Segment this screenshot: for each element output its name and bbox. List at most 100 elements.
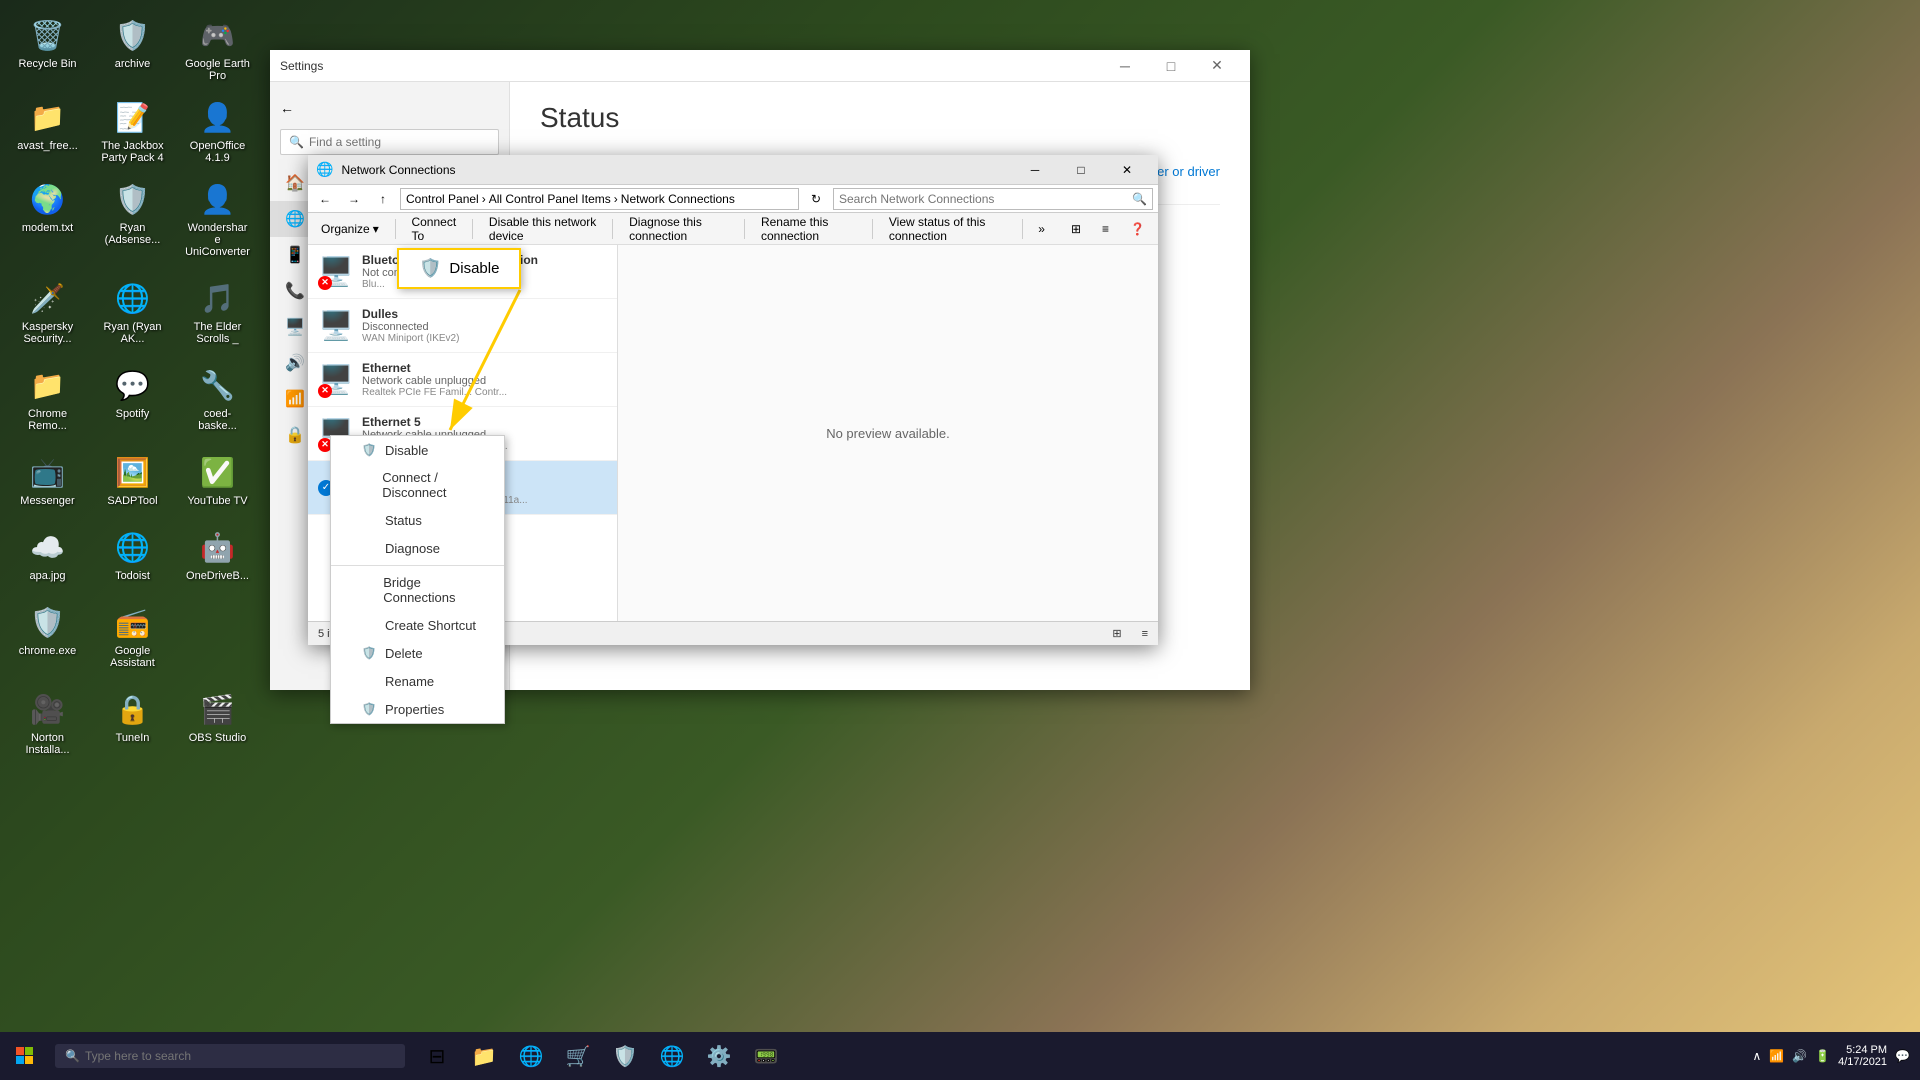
ryan-adsense-icon: 👤 [198,97,238,137]
organize-button[interactable]: Organize ▾ [313,219,387,239]
breadcrumb[interactable]: Control Panel › All Control Panel Items … [400,188,799,210]
disable-popup[interactable]: 🛡️ Disable [397,248,521,289]
settings-page-title: Status [540,102,1220,134]
taskbar-security[interactable]: 🛡️ [603,1034,647,1078]
desktop-icon-coed[interactable]: 📁 Chrome Remo... [10,360,85,437]
coed-icon: 📁 [28,365,68,405]
ctx-delete[interactable]: 🛡️ Delete [331,639,504,667]
taskbar-search-bar[interactable]: 🔍 [55,1044,405,1068]
taskbar-cmd[interactable]: 📟 [744,1034,788,1078]
desktop-icon-recycle-bin[interactable]: 🗑️ Recycle Bin [10,10,85,87]
desktop-icon-google-asst[interactable]: 🤖 OneDriveB... [180,522,255,587]
ctx-connect-disconnect[interactable]: Connect / Disconnect [331,464,504,506]
desktop-icon-google-earth[interactable]: 🌍 modem.txt [10,174,85,263]
rename-button[interactable]: Rename this connection [753,212,864,246]
toolbar-separator-3 [612,219,613,239]
view-details-button[interactable]: ≡ [1094,219,1117,239]
tunein-icon: 📻 [113,602,153,642]
netconn-titlebar-title: Network Connections [341,163,1012,177]
netconn-search-box[interactable]: 🔍 [833,188,1153,210]
settings-back-button[interactable]: ← [270,92,509,124]
nav-up-button[interactable]: ↑ [371,187,395,211]
nav-back-button[interactable]: ← [313,187,337,211]
netconn-search-input[interactable] [839,192,1132,206]
taskbar-volume-icon[interactable]: 🔊 [1792,1049,1807,1063]
desktop-icon-youtube[interactable]: 📺 Messenger [10,447,85,512]
ctx-properties[interactable]: 🛡️ Properties [331,695,504,723]
ctx-bridge[interactable]: Bridge Connections [331,569,504,611]
connect-to-button[interactable]: Connect To [403,212,464,246]
jackbox-icon: 🎮 [198,15,238,55]
taskbar-chrome[interactable]: 🌐 [650,1034,694,1078]
taskbar-store[interactable]: 🛒 [556,1034,600,1078]
desktop-icon-spotify[interactable]: 🎵 The Elder Scrolls _ [180,273,255,350]
dulles-info: Dulles Disconnected WAN Miniport (IKEv2) [362,307,607,344]
more-toolbar-button[interactable]: » [1030,219,1053,239]
ctx-status[interactable]: Status [331,506,504,534]
chrome-exe-label: Todoist [115,570,150,582]
disable-device-button[interactable]: Disable this network device [481,212,604,246]
desktop-icon-ryan-ryan[interactable]: 👤 Wondershare UniConverter [180,174,255,263]
desktop-icon-messenger[interactable]: 💬 Spotify [95,360,170,437]
nav-refresh-button[interactable]: ↻ [804,187,828,211]
kaspersky-vpn-icon: 🔒 [113,689,153,729]
onedrive-icon: ☁️ [28,527,68,567]
desktop-icon-kaspersky[interactable]: 🛡️ Ryan (Adsense... [95,174,170,263]
youtube-label: Messenger [20,495,74,507]
desktop-icon-vlc[interactable]: 🎬 OBS Studio [180,684,255,761]
context-menu: 🛡️ Disable Connect / Disconnect Status D… [330,435,505,724]
help-button[interactable]: ❓ [1122,219,1153,239]
taskbar-file-explorer[interactable]: 📁 [462,1034,506,1078]
ethernet-name: Ethernet [362,361,607,375]
desktop-icon-archive[interactable]: 📁 avast_free... [10,92,85,169]
view-list-icon[interactable]: ⊞ [1112,627,1121,640]
taskbar-search-input[interactable] [85,1049,365,1063]
desktop-icon-chrome-exe[interactable]: 🌐 Todoist [95,522,170,587]
desktop-icon-sadptool[interactable]: 🔧 coed-baske... [180,360,255,437]
taskbar-notification-icon[interactable]: 💬 [1895,1049,1910,1063]
netconn-maximize-button[interactable]: □ [1058,155,1104,185]
view-icons-button[interactable]: ⊞ [1063,219,1089,239]
desktop-icon-modem[interactable]: 📝 The Jackbox Party Pack 4 [95,92,170,169]
taskbar-clock[interactable]: 5:24 PM 4/17/2021 [1838,1044,1887,1068]
desktop-icon-todoist[interactable]: ✅ YouTube TV [180,447,255,512]
netconn-close-button[interactable]: ✕ [1104,155,1150,185]
nav-forward-button[interactable]: → [342,187,366,211]
netconn-minimize-button[interactable]: ─ [1012,155,1058,185]
ctx-disable[interactable]: 🛡️ Disable [331,436,504,464]
desktop-icon-ryan-adsense[interactable]: 👤 OpenOffice 4.1.9 [180,92,255,169]
conn-item-dulles[interactable]: 🖥️ Dulles Disconnected WAN Miniport (IKE… [308,299,617,353]
settings-minimize-button[interactable]: ─ [1102,50,1148,82]
settings-search-input[interactable] [309,135,490,149]
taskbar-chevron[interactable]: ∧ [1752,1049,1761,1063]
desktop-icon-elder-scrolls[interactable]: 🗡️ Kaspersky Security... [10,273,85,350]
desktop-icon-onedrive[interactable]: ☁️ apa.jpg [10,522,85,587]
ctx-diagnose[interactable]: Diagnose [331,534,504,562]
view-detail-icon[interactable]: ≡ [1142,628,1148,640]
view-status-button[interactable]: View status of this connection [881,212,1014,246]
settings-maximize-button[interactable]: □ [1148,50,1194,82]
desktop-icon-obs[interactable]: 🎥 Norton Installa... [10,684,85,761]
ctx-rename[interactable]: Rename [331,667,504,695]
start-button[interactable] [0,1032,50,1080]
taskbar-network-icon[interactable]: 📶 [1769,1049,1784,1063]
ctx-status-label: Status [385,513,422,528]
ctx-shortcut[interactable]: Create Shortcut [331,611,504,639]
settings-close-button[interactable]: ✕ [1194,50,1240,82]
taskbar-battery-icon[interactable]: 🔋 [1815,1049,1830,1063]
desktop-icon-tunein[interactable]: 📻 Google Assistant [95,597,170,674]
taskbar-edge[interactable]: 🌐 [509,1034,553,1078]
taskview-button[interactable]: ⊟ [415,1034,459,1078]
archive-label: avast_free... [17,140,78,152]
desktop-icon-jackbox[interactable]: 🎮 Google Earth Pro [180,10,255,87]
desktop-icon-apa[interactable]: 🖼️ SADPTool [95,447,170,512]
conn-item-ethernet[interactable]: 🖥️ ✕ Ethernet Network cable unplugged Re… [308,353,617,407]
messenger-icon: 💬 [113,365,153,405]
diagnose-button[interactable]: Diagnose this connection [621,212,736,246]
settings-search-box[interactable]: 🔍 [280,129,499,155]
desktop-icon-kaspersky-vpn[interactable]: 🔒 TuneIn [95,684,170,761]
taskbar-settings[interactable]: ⚙️ [697,1034,741,1078]
desktop-icon-avast[interactable]: 🛡️ archive [95,10,170,87]
desktop-icon-chrome-remote[interactable]: 🌐 Ryan (Ryan AK... [95,273,170,350]
desktop-icon-norton[interactable]: 🛡️ chrome.exe [10,597,85,674]
